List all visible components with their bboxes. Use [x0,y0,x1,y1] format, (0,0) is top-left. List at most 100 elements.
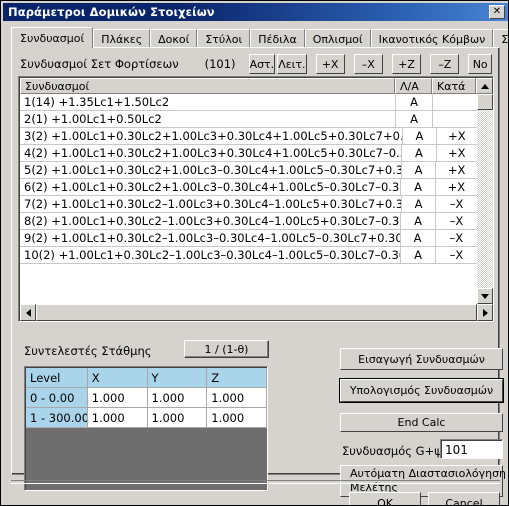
grid-body: 1(14) +1.35Lc1+1.50Lc2 A 2(1) +1.00Lc1+0.5… [20,94,477,304]
grid-cell-combo[interactable]: 1(14) +1.35Lc1+1.50Lc2 [20,94,396,110]
tab-1[interactable]: Πλάκες [93,29,151,48]
vscroll-down-button[interactable] [477,288,493,304]
level-cell-level[interactable]: 0 - 0.00 [26,388,88,408]
ast-button[interactable]: Αστ. [248,54,276,74]
minus-z-button[interactable]: –Z [430,54,460,74]
grid-cell-combo[interactable]: 5(2) +1.00Lc1+0.30Lc2+1.00Lc3–0.30Lc4+1.… [20,162,402,178]
level-cell-z[interactable]: 1.000 [207,388,267,408]
close-icon[interactable]: ✕ [489,5,505,19]
level-row[interactable]: 0 - 0.00 1.000 1.000 1.000 [26,388,267,408]
tab-label: Οπλισμοί [312,32,363,46]
grid-cell-kata[interactable]: +X [436,179,477,195]
dialog-client-area: Συνδυασμοί Πλάκες Δοκοί Στύλοι Πέδιλα Οπλισμο… [3,22,509,505]
grid-cell-la[interactable]: A [401,179,436,195]
hscroll-right-button[interactable] [477,304,493,321]
grid-cell-la[interactable]: A [396,94,433,110]
toolbar-title: Συνδυασμοί Σετ Φορτίσεων [20,57,179,71]
table-row[interactable]: 9(2) +1.00Lc1+0.30Lc2–1.00Lc3–0.30Lc4–1.… [20,230,477,247]
tab-0[interactable]: Συνδυασμοί [11,27,94,48]
level-cell-y[interactable]: 1.000 [147,388,208,408]
level-cell-x[interactable]: 1.000 [87,408,148,428]
grid-cell-la[interactable]: A [401,230,436,246]
grid-cell-combo[interactable]: 9(2) +1.00Lc1+0.30Lc2–1.00Lc3–0.30Lc4–1.… [20,230,401,246]
scroll-up-icon[interactable] [476,78,493,94]
hscroll-thumb[interactable] [36,304,477,321]
grid-horizontal-scrollbar[interactable] [20,304,493,321]
grid-vertical-scrollbar[interactable] [477,94,493,304]
tab-label: Πέδιλα [258,32,297,46]
level-cell-x[interactable]: 1.000 [87,388,148,408]
tab-label: Σιδηρών [501,32,509,46]
grid-cell-kata[interactable]: –X [436,213,477,229]
grid-cell-kata[interactable]: +X [437,145,477,161]
grid-cell-la[interactable]: A [403,128,437,144]
no-button[interactable]: No [468,54,493,74]
grid-cell-kata[interactable]: +X [437,128,477,144]
theta-factor-button[interactable]: 1 / (1-θ) [184,340,269,358]
cancel-button[interactable]: Cancel [428,492,500,505]
table-row[interactable]: 10(2) +1.00Lc1+0.30Lc2–1.00Lc3–0.30Lc4–1… [20,247,477,264]
minus-x-button[interactable]: –X [353,54,383,74]
grid-cell-combo[interactable]: 7(2) +1.00Lc1+0.30Lc2–1.00Lc3+0.30Lc4–1.… [20,196,402,212]
tab-6[interactable]: Ικανοτικός Κόμβων [370,29,494,48]
grid-header-kata[interactable]: Κατά [432,78,476,94]
vscroll-thumb[interactable] [477,94,493,110]
grid-cell-combo[interactable]: 6(2) +1.00Lc1+0.30Lc2+1.00Lc3–0.30Lc4+1.… [20,179,402,195]
table-row[interactable]: 5(2) +1.00Lc1+0.30Lc2+1.00Lc3–0.30Lc4+1.… [20,162,477,179]
tab-label: Ικανοτικός Κόμβων [378,32,486,46]
grid-cell-kata[interactable]: –X [436,230,477,246]
grid-header-la[interactable]: Λ/Α [395,78,432,94]
grid-cell-combo[interactable]: 3(2) +1.00Lc1+0.30Lc2+1.00Lc3+0.30Lc4+1.… [20,128,403,144]
grid-cell-kata[interactable]: –X [436,196,477,212]
tab-5[interactable]: Οπλισμοί [304,29,371,48]
plus-x-button[interactable]: +X [315,54,345,74]
level-cell-y[interactable]: 1.000 [147,408,208,428]
end-calc-button[interactable]: End Calc [340,413,503,432]
table-row[interactable]: 7(2) +1.00Lc1+0.30Lc2–1.00Lc3+0.30Lc4–1.… [20,196,477,213]
grid-cell-la[interactable]: A [401,247,436,263]
title-bar: Παράμετροι Δομικών Στοιχείων ✕ [3,3,508,21]
grid-cell-la[interactable]: A [402,162,437,178]
tab-4[interactable]: Πέδιλα [250,29,305,48]
level-cell-level[interactable]: 1 - 300.00 [26,408,88,428]
level-row[interactable]: 1 - 300.00 1.000 1.000 1.000 [26,408,267,428]
grid-cell-combo[interactable]: 4(2) +1.00Lc1+0.30Lc2+1.00Lc3+0.30Lc4+1.… [20,145,403,161]
tab-page-combinations: Συνδυασμοί Σετ Φορτίσεων (101) Αστ. Λειτ… [11,47,506,497]
hscroll-left-button[interactable] [20,304,36,321]
level-cell-z[interactable]: 1.000 [207,408,267,428]
grid-cell-la[interactable]: A [402,145,437,161]
table-row[interactable]: 1(14) +1.35Lc1+1.50Lc2 A [20,94,477,111]
grid-cell-combo[interactable]: 8(2) +1.00Lc1+0.30Lc2–1.00Lc3+0.30Lc4–1.… [20,213,402,229]
tab-label: Συνδυασμοί [20,31,85,45]
tab-2[interactable]: Δοκοί [150,29,198,48]
table-row[interactable]: 4(2) +1.00Lc1+0.30Lc2+1.00Lc3+0.30Lc4+1.… [20,145,477,162]
grid-header-combination[interactable]: Συνδυασμοί [20,78,395,94]
table-row[interactable]: 2(1) +1.00Lc1+0.50Lc2 A [20,111,477,128]
level-header-cell: Level [26,368,88,388]
grid-cell-combo[interactable]: 10(2) +1.00Lc1+0.30Lc2–1.00Lc3–0.30Lc4–1… [20,247,402,263]
gpsi-input-value[interactable]: 101 [441,440,502,458]
grid-cell-combo[interactable]: 2(1) +1.00Lc1+0.50Lc2 [20,111,396,127]
table-row[interactable]: 3(2) +1.00Lc1+0.30Lc2+1.00Lc3+0.30Lc4+1.… [20,128,477,145]
tab-7[interactable]: Σιδηρών [493,29,509,48]
grid-cell-kata[interactable]: –X [436,247,477,263]
triangle-up-icon [480,83,489,89]
grid-cell-kata[interactable] [433,111,477,127]
level-header-row: Level X Y Z [26,368,267,388]
leit-button[interactable]: Λειτ. [277,54,307,74]
calculate-combinations-button[interactable]: Υπολογισμός Συνδυασμών [340,379,503,402]
tab-3[interactable]: Στύλοι [197,29,251,48]
gpsi-combination-input[interactable]: 101 [440,439,503,459]
vscroll-track[interactable] [477,94,493,288]
ok-button[interactable]: OK [349,492,421,505]
table-row[interactable]: 6(2) +1.00Lc1+0.30Lc2+1.00Lc3–0.30Lc4+1.… [20,179,477,196]
grid-cell-kata[interactable] [433,94,477,110]
grid-cell-kata[interactable]: +X [436,162,477,178]
toolbar-count: (101) [204,57,236,71]
grid-cell-la[interactable]: A [396,111,433,127]
grid-cell-la[interactable]: A [402,196,437,212]
plus-z-button[interactable]: +Z [391,54,422,74]
grid-cell-la[interactable]: A [401,213,436,229]
import-combinations-button[interactable]: Εισαγωγή Συνδυασμών [340,348,503,370]
table-row[interactable]: 8(2) +1.00Lc1+0.30Lc2–1.00Lc3+0.30Lc4–1.… [20,213,477,230]
